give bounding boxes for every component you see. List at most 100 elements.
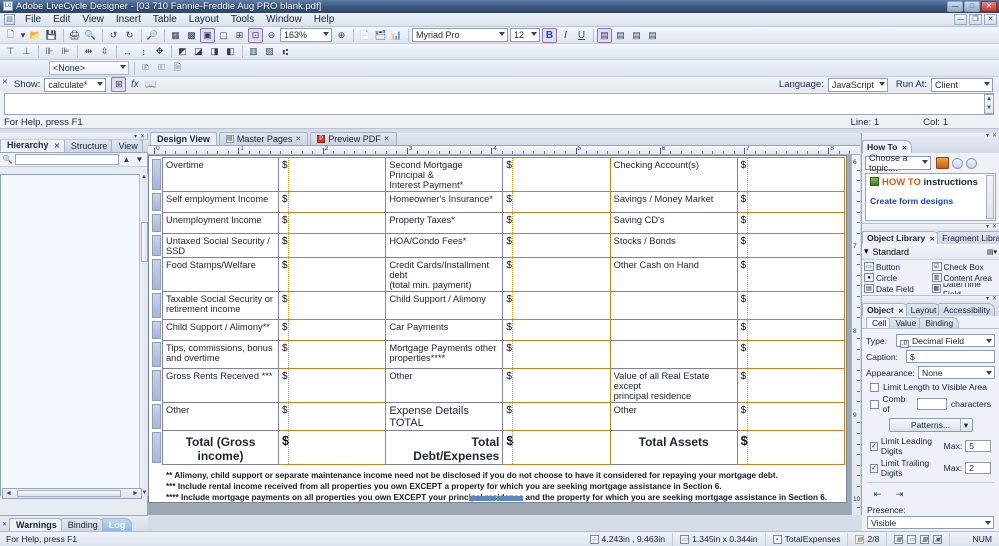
library-item[interactable]: ▤ Date Field bbox=[864, 283, 930, 294]
how-to-scrollbar[interactable] bbox=[986, 175, 994, 219]
show-event-combo[interactable]: calculate* bbox=[44, 77, 107, 92]
amount-input[interactable] bbox=[746, 431, 844, 464]
save-icon[interactable]: 💾 bbox=[44, 28, 59, 43]
new-style-icon[interactable]: 🗈 bbox=[138, 61, 153, 76]
amount-input[interactable] bbox=[512, 403, 609, 430]
amount-input[interactable] bbox=[288, 292, 385, 319]
presence-combo[interactable]: Visible bbox=[867, 516, 994, 529]
row-handle-column[interactable] bbox=[150, 157, 162, 463]
income-amount-cell[interactable]: $ bbox=[277, 402, 387, 431]
tab-object-library[interactable]: Object Library ✕ bbox=[862, 231, 941, 244]
total-asset-amount-cell[interactable]: $ bbox=[736, 430, 846, 465]
limit-trailing-row[interactable]: ✓ Limit Trailing Digits Max: 2 bbox=[870, 458, 991, 478]
panel-menu-icon[interactable]: ▾ bbox=[986, 295, 989, 302]
hierarchy-horizontal-scrollbar[interactable]: ◄ ► bbox=[2, 488, 142, 499]
form-properties-icon[interactable]: 🗂 bbox=[373, 28, 388, 43]
asset-amount-cell[interactable]: $ bbox=[736, 233, 846, 258]
new-form-icon[interactable]: 🗋 bbox=[3, 28, 18, 43]
row-selector-handle[interactable] bbox=[152, 432, 161, 463]
income-label-cell[interactable]: Food Stamps/Welfare bbox=[162, 257, 279, 292]
library-item[interactable]: ● Circle bbox=[864, 272, 930, 283]
income-label-cell[interactable]: Self employment Income bbox=[162, 191, 279, 213]
expense-amount-cell[interactable]: $ bbox=[502, 368, 611, 403]
chevron-down-icon[interactable]: ▾ bbox=[864, 246, 869, 257]
amount-input[interactable] bbox=[746, 320, 844, 340]
expense-amount-cell[interactable]: $ bbox=[502, 402, 611, 431]
income-amount-cell[interactable]: $ bbox=[277, 157, 387, 192]
chevron-down-icon[interactable] bbox=[531, 32, 537, 36]
find-icon[interactable]: 🔎 bbox=[145, 28, 160, 43]
asset-amount-cell[interactable]: $ bbox=[736, 212, 846, 234]
row-selector-handle[interactable] bbox=[152, 235, 161, 256]
tab-preview-pdf[interactable]: P Preview PDF ✕ bbox=[310, 132, 397, 145]
open-icon[interactable]: 📂 bbox=[28, 28, 43, 43]
expense-label-cell[interactable]: Expense Details TOTAL bbox=[385, 402, 504, 431]
expense-label-cell[interactable]: Second Mortgage Principal & Interest Paym… bbox=[385, 157, 504, 192]
distribute-horizontal-icon[interactable]: ⇹ bbox=[81, 44, 96, 59]
amount-input[interactable] bbox=[512, 258, 609, 291]
income-label-cell[interactable]: Other bbox=[162, 402, 279, 431]
comb-row[interactable]: Comb of characters bbox=[870, 394, 991, 414]
move-up-icon[interactable]: ▲ bbox=[121, 154, 132, 165]
expense-amount-cell[interactable]: $ bbox=[502, 257, 611, 292]
chevron-down-icon[interactable]: ▾ bbox=[959, 419, 972, 431]
expense-amount-cell[interactable]: $ bbox=[502, 319, 611, 341]
hide-borders-icon[interactable]: ▢ bbox=[216, 28, 231, 43]
align-right-icon[interactable]: ▤ bbox=[629, 28, 644, 43]
asset-amount-cell[interactable]: $ bbox=[736, 157, 846, 192]
close-icon[interactable]: ✕ bbox=[54, 143, 60, 150]
align-left-icon[interactable]: ▤ bbox=[597, 27, 612, 43]
object-library-gripbar[interactable]: ▾ ✕ bbox=[862, 224, 999, 231]
style-manager-icon[interactable]: 🗎 bbox=[170, 61, 185, 76]
amount-input[interactable] bbox=[288, 158, 385, 191]
panel-menu-icon[interactable]: ▾ bbox=[986, 223, 989, 230]
menu-item-tools[interactable]: Tools bbox=[225, 13, 260, 26]
tab-master-pages[interactable]: ▤ Master Pages ✕ bbox=[218, 132, 309, 145]
tab-warnings[interactable]: Warnings bbox=[9, 518, 64, 531]
type-combo[interactable]: .0 Decimal Field bbox=[896, 334, 995, 348]
row-selector-handle[interactable] bbox=[152, 293, 161, 318]
income-amount-cell[interactable]: $ bbox=[277, 233, 387, 258]
income-label-cell[interactable]: Overtime bbox=[162, 157, 279, 192]
comb-input[interactable] bbox=[916, 398, 947, 410]
menu-item-view[interactable]: View bbox=[76, 13, 110, 26]
back-icon[interactable] bbox=[952, 157, 963, 169]
match-height-icon[interactable]: ↕ bbox=[136, 44, 151, 59]
limit-trailing-checkbox[interactable]: ✓ bbox=[870, 463, 878, 473]
amount-input[interactable] bbox=[288, 369, 385, 402]
view-normal-icon[interactable]: ▦ bbox=[894, 534, 904, 544]
amount-input[interactable] bbox=[512, 431, 609, 464]
search-input[interactable] bbox=[15, 154, 119, 165]
menu-item-edit[interactable]: Edit bbox=[47, 13, 76, 26]
form-page[interactable]: Overtime $ Second Mortgage Principal & Inte… bbox=[148, 155, 847, 503]
patterns-button[interactable]: Patterns... ▾ bbox=[888, 418, 973, 432]
income-amount-cell[interactable]: $ bbox=[277, 368, 387, 403]
amount-input[interactable] bbox=[746, 292, 844, 319]
row-selector-handle[interactable] bbox=[152, 404, 161, 429]
send-backward-icon[interactable]: ◨ bbox=[207, 44, 222, 59]
income-label-cell[interactable]: Tips, commissions, bonus and overtime bbox=[162, 340, 279, 369]
hierarchy-panel-gripbar[interactable]: ▾ ✕ bbox=[0, 133, 147, 140]
menu-item-table[interactable]: Table bbox=[147, 13, 183, 26]
chevron-down-icon[interactable] bbox=[984, 81, 990, 86]
panel-close-icon[interactable]: ✕ bbox=[140, 133, 145, 140]
limit-trailing-max-input[interactable]: 2 bbox=[965, 462, 991, 474]
new-form-dropdown-icon[interactable]: ▾ bbox=[19, 28, 27, 43]
match-width-icon[interactable]: ↔ bbox=[120, 44, 135, 59]
amount-input[interactable] bbox=[512, 292, 609, 319]
increase-indent-icon[interactable]: ⇥ bbox=[892, 487, 907, 502]
amount-input[interactable] bbox=[512, 158, 609, 191]
status-view-modes[interactable]: ▦ ▭ ▩ ▣ bbox=[887, 532, 951, 546]
financial-table[interactable]: Overtime $ Second Mortgage Principal & Inte… bbox=[162, 157, 846, 465]
redo-icon[interactable]: ↻ bbox=[122, 28, 137, 43]
chevron-down-icon[interactable] bbox=[985, 521, 991, 525]
library-view-menu-icon[interactable]: ▤▾ bbox=[987, 248, 997, 256]
home-icon[interactable] bbox=[936, 157, 949, 169]
table-row[interactable]: Overtime $ Second Mortgage Principal & Inte… bbox=[162, 157, 846, 192]
asset-amount-cell[interactable]: $ bbox=[736, 291, 846, 320]
bring-to-front-icon[interactable]: ◩ bbox=[175, 44, 190, 59]
row-selector-handle[interactable] bbox=[152, 214, 161, 232]
tab-structure[interactable]: Structure bbox=[63, 139, 114, 152]
match-size-icon[interactable]: ✥ bbox=[152, 44, 167, 59]
table-row[interactable]: Child Support / Alimony** $ Car Payments $ $ bbox=[162, 319, 846, 341]
